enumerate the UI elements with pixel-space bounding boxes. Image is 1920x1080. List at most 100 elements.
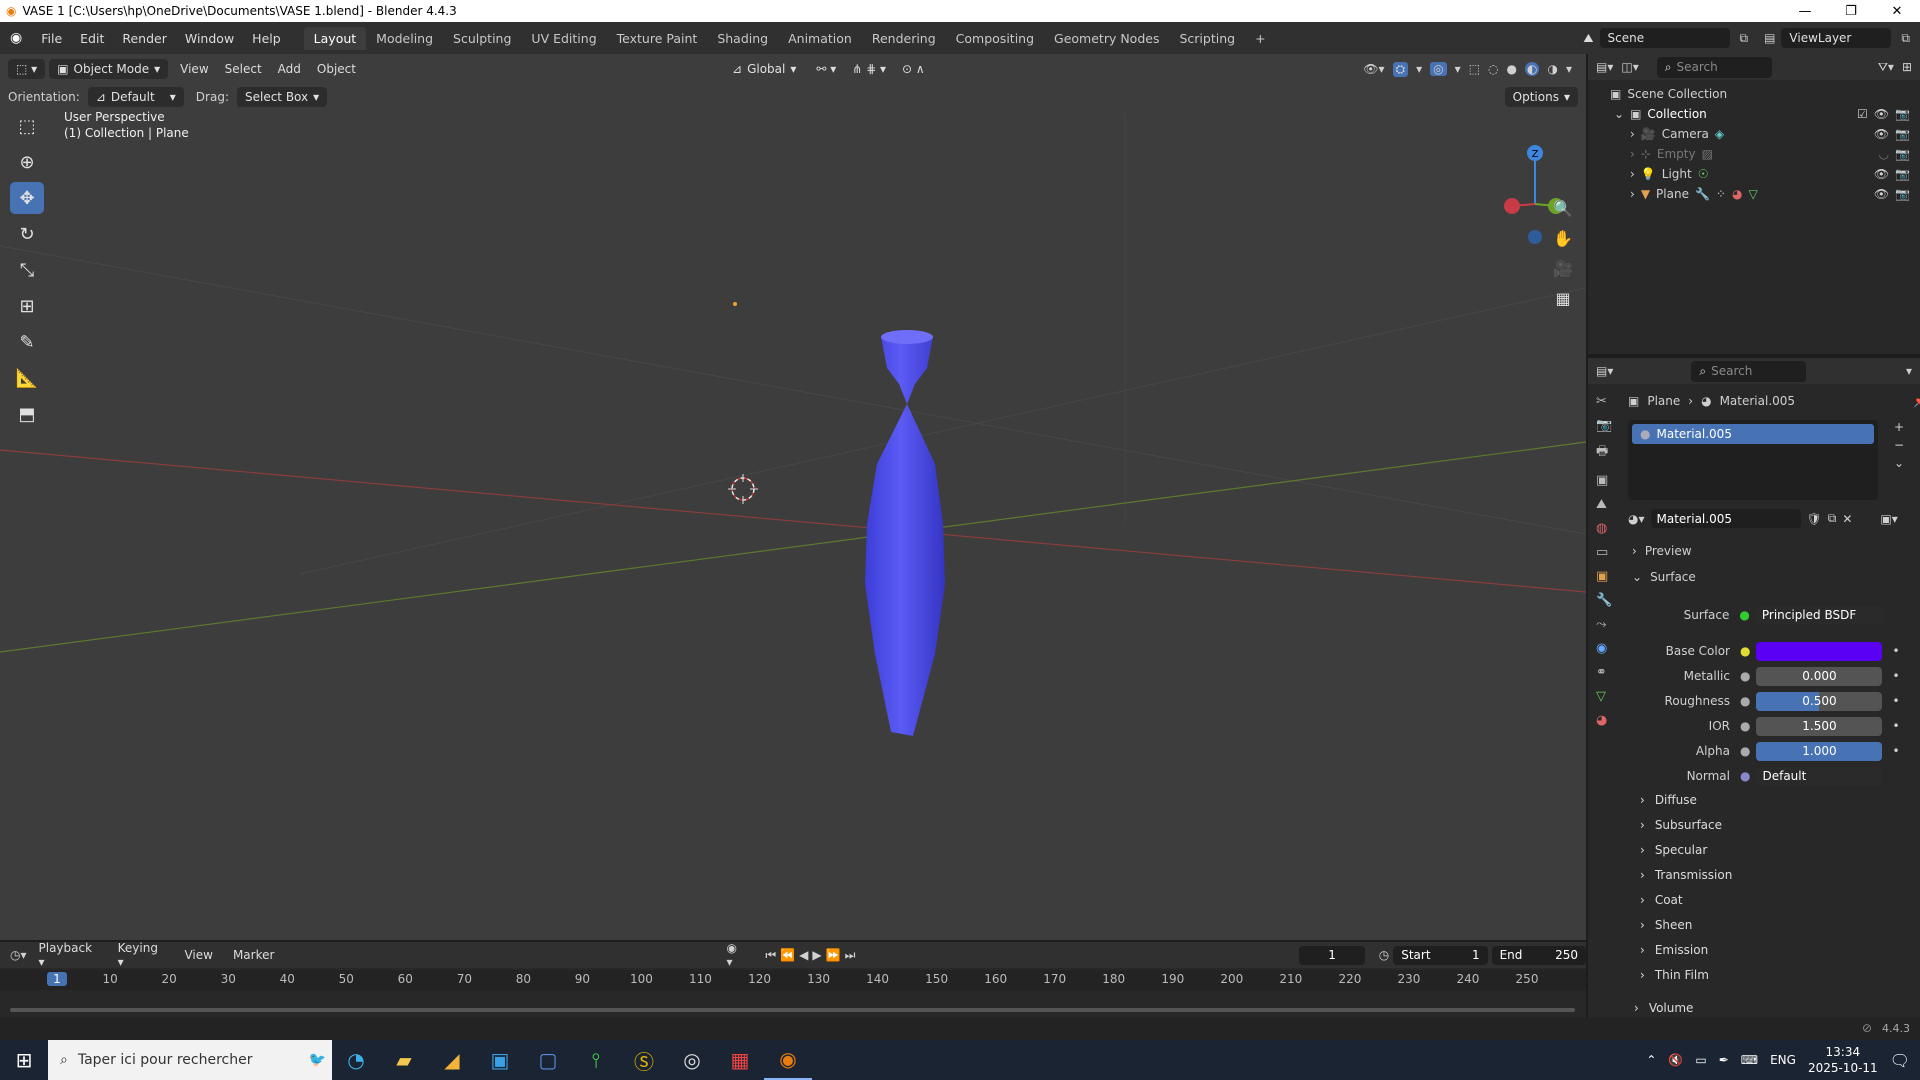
play-reverse-icon[interactable]: ◀ (799, 948, 808, 962)
transform-icon[interactable]: ⊞ (10, 290, 44, 322)
chevron-down-icon[interactable]: ⌄ (1614, 107, 1624, 121)
metallic-field[interactable]: 0.000 (1756, 666, 1883, 686)
material-tab-icon[interactable]: ◕ (1596, 713, 1612, 728)
end-frame-field[interactable]: End 250 (1491, 945, 1586, 965)
taskbar-search-input[interactable]: ⌕ Taper ici pour rechercher 🐦 (48, 1040, 332, 1080)
keyframe-dot-icon[interactable]: • (1892, 669, 1899, 683)
menu-edit[interactable]: Edit (71, 31, 113, 46)
jump-keyframe-back-icon[interactable]: ⏪ (780, 948, 795, 962)
blender-menu-icon[interactable]: ◉ (0, 30, 32, 46)
orientation-dropdown[interactable]: ⊿ Default ▾ (87, 87, 184, 107)
slot-menu-icon[interactable]: ⌄ (1894, 456, 1904, 470)
filter-icon[interactable]: ⛛▾ (1878, 60, 1894, 75)
jump-keyframe-forward-icon[interactable]: ⏩ (826, 948, 841, 962)
subpanel-coat[interactable]: › Coat (1640, 893, 1683, 907)
timeline-menu-marker[interactable]: Marker (225, 945, 282, 965)
subpanel-subsurface[interactable]: › Subsurface (1640, 818, 1722, 832)
scene-icon[interactable]: ⛰ (1583, 31, 1593, 46)
output-tab-icon[interactable]: 🖶 (1596, 442, 1612, 464)
annotate-icon[interactable]: ✎ (10, 326, 44, 358)
outliner-editor-icon[interactable]: ▤▾ (1596, 60, 1613, 74)
volume-panel-header[interactable]: › Volume (1634, 1001, 1693, 1015)
eye-icon[interactable]: 👁 (1874, 167, 1889, 181)
clock[interactable]: 13:34 2025-10-11 (1808, 1044, 1878, 1076)
alpha-slider[interactable]: 1.000 (1756, 741, 1883, 761)
new-scene-icon[interactable]: ⧉ (1740, 31, 1749, 46)
timeline-menu-playback[interactable]: Playback ▾ (31, 938, 106, 972)
subpanel-diffuse[interactable]: › Diffuse (1640, 793, 1697, 807)
edge-browser-icon[interactable]: ◔ (332, 1040, 380, 1080)
steam-icon[interactable]: ◎ (668, 1040, 716, 1080)
timeline-menu-view[interactable]: View (176, 945, 220, 965)
timeline-menu-keying[interactable]: Keying ▾ (110, 938, 173, 972)
mode-dropdown[interactable]: ▣ Object Mode ▾ (49, 59, 169, 79)
blender-taskbar-icon[interactable]: ◉ (764, 1040, 812, 1080)
onedrive-folder-icon[interactable]: ◢ (428, 1040, 476, 1080)
world-tab-icon[interactable]: ◍ (1596, 521, 1612, 536)
camera-view-icon[interactable]: 🎥 (1549, 254, 1577, 282)
viewlayer-selector[interactable]: ViewLayer (1781, 28, 1892, 48)
ior-field[interactable]: 1.500 (1756, 716, 1883, 736)
add-slot-icon[interactable]: + (1894, 420, 1904, 434)
tab-sculpting[interactable]: Sculpting (443, 27, 521, 50)
light-object[interactable] (733, 302, 737, 306)
chevron-right-icon[interactable]: › (1630, 187, 1635, 201)
remove-slot-icon[interactable]: − (1894, 438, 1904, 452)
play-icon[interactable]: ▶ (812, 948, 821, 962)
restore-icon[interactable]: ❐ (1828, 4, 1874, 19)
outliner-item-plane[interactable]: › ▼ Plane 🔧 ⁘ ◕ ▽ 👁 📷 (1610, 184, 1920, 204)
pan-hand-icon[interactable]: ✋ (1549, 224, 1577, 252)
jump-start-icon[interactable]: ⏮ (765, 948, 776, 963)
object-tab-icon[interactable]: ▣ (1596, 569, 1612, 584)
display-mode-icon[interactable]: ◫▾ (1621, 60, 1638, 74)
outliner-item-light[interactable]: › 💡 Light ☉ 👁 📷 (1610, 164, 1920, 184)
minimize-icon[interactable]: — (1782, 4, 1828, 19)
app-grid-icon[interactable]: ▦ (716, 1040, 764, 1080)
add-workspace-icon[interactable]: + (1245, 27, 1275, 50)
timeline-editor-icon[interactable]: ◷▾ (10, 948, 27, 962)
view-layer-tab-icon[interactable]: ▣ (1596, 473, 1612, 488)
language-indicator[interactable]: ENG (1770, 1053, 1796, 1067)
tab-scripting[interactable]: Scripting (1169, 27, 1245, 50)
outliner-search-input[interactable]: ⌕ Search (1656, 56, 1772, 78)
tab-compositing[interactable]: Compositing (946, 27, 1044, 50)
normal-field[interactable]: Default (1756, 766, 1883, 786)
outliner-item-empty[interactable]: › ⊹ Empty ▨ ◡ 📷 (1610, 144, 1920, 164)
file-explorer-icon[interactable]: ▰ (380, 1040, 428, 1080)
ortho-grid-icon[interactable]: ▦ (1549, 284, 1577, 312)
viewport-menu-add[interactable]: Add (270, 59, 309, 79)
chevron-right-icon[interactable]: › (1630, 127, 1635, 141)
3d-viewport[interactable]: ⬚ ▾ ▣ Object Mode ▾ View Select Add Obje… (0, 54, 1586, 940)
eye-closed-icon[interactable]: ◡ (1879, 147, 1889, 161)
transform-orientation-dropdown[interactable]: ⊿ Global ▾ (724, 59, 804, 79)
viewlayer-icon[interactable]: ▤ (1764, 31, 1775, 45)
keyframe-dot-icon[interactable]: • (1892, 644, 1899, 658)
camera-render-icon[interactable]: 📷 (1895, 167, 1910, 181)
eye-icon[interactable]: 👁 (1874, 107, 1889, 121)
snap-icon[interactable]: ⋔ ⋕ ▾ (844, 59, 894, 79)
rotate-icon[interactable]: ↻ (10, 218, 44, 250)
outliner-collection[interactable]: ⌄ ▣ Collection ☑ 👁 📷 (1610, 104, 1920, 124)
tool-tab-icon[interactable]: ✂ (1596, 394, 1612, 409)
data-tab-icon[interactable]: ▽ (1596, 689, 1612, 704)
notifications-icon[interactable]: 🗨 (1890, 1051, 1910, 1070)
properties-editor-icon[interactable]: ▤▾ (1596, 364, 1613, 378)
tab-shading[interactable]: Shading (707, 27, 778, 50)
current-frame-field[interactable]: 1 (1299, 945, 1365, 965)
particles-tab-icon[interactable]: ⤳ (1596, 617, 1612, 632)
material-name-field[interactable]: Material.005 (1650, 509, 1801, 528)
subpanel-transmission[interactable]: › Transmission (1640, 868, 1732, 882)
eye-icon[interactable]: 👁 (1874, 127, 1889, 141)
pin-icon[interactable]: 📌 (1913, 394, 1920, 408)
move-icon[interactable]: ✥ (10, 182, 44, 214)
gizmo-neg-z-axis[interactable] (1528, 230, 1542, 244)
keyframe-dot-icon[interactable]: • (1892, 719, 1899, 733)
subpanel-sheen[interactable]: › Sheen (1640, 918, 1692, 932)
keyframe-dot-icon[interactable]: • (1892, 744, 1899, 758)
render-tab-icon[interactable]: 📷 (1596, 418, 1612, 433)
volume-icon[interactable]: 🔇 (1668, 1053, 1683, 1067)
viewport-menu-select[interactable]: Select (217, 59, 270, 79)
windows-start-icon[interactable]: ⊞ (0, 1040, 48, 1080)
constraints-tab-icon[interactable]: ⚭ (1596, 665, 1612, 680)
measure-icon[interactable]: 📐 (10, 362, 44, 394)
